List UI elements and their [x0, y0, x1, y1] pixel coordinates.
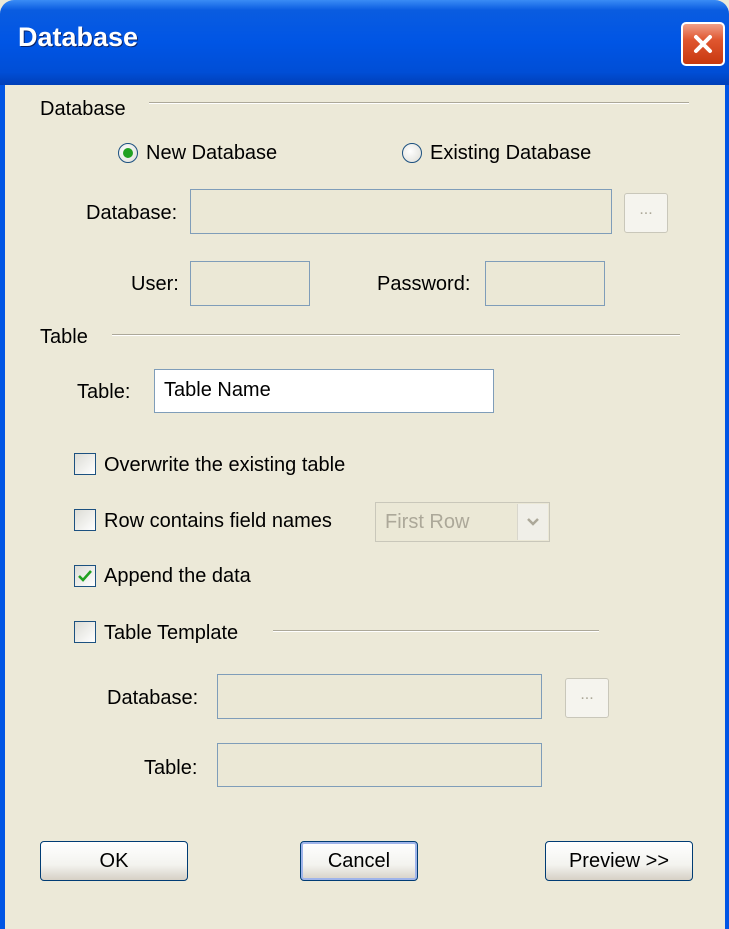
- new-database-label[interactable]: New Database: [146, 141, 277, 165]
- new-database-radio[interactable]: [118, 143, 138, 163]
- database-section-heading: Database: [40, 98, 126, 120]
- table-section-divider: [112, 334, 680, 336]
- row-field-names-label[interactable]: Row contains field names: [104, 509, 332, 533]
- table-name-value: Table Name: [164, 379, 271, 401]
- window-frame-right: [725, 85, 729, 929]
- database-dialog: Database Database New Database Existing …: [0, 0, 729, 929]
- cancel-button[interactable]: Cancel: [300, 841, 418, 881]
- radio-selected-dot: [123, 148, 133, 158]
- row-field-names-checkbox[interactable]: [74, 509, 96, 531]
- close-button[interactable]: [681, 22, 725, 66]
- database-label: Database:: [86, 202, 178, 224]
- table-section-heading: Table: [40, 326, 88, 348]
- window-title: Database: [18, 22, 139, 52]
- database-browse-button[interactable]: ...: [624, 193, 668, 233]
- template-divider: [273, 630, 599, 632]
- template-database-field[interactable]: [217, 674, 542, 719]
- table-label: Table:: [77, 381, 131, 403]
- template-table-field[interactable]: [217, 743, 542, 787]
- append-label[interactable]: Append the data: [104, 564, 251, 588]
- preview-button[interactable]: Preview >>: [545, 841, 693, 881]
- row-select-value: First Row: [385, 511, 470, 533]
- password-label: Password:: [377, 273, 471, 295]
- window-frame-left: [0, 85, 5, 929]
- template-database-label: Database:: [107, 687, 199, 709]
- append-checkbox[interactable]: [74, 565, 96, 587]
- user-label: User:: [131, 273, 179, 295]
- database-section-divider: [149, 102, 689, 104]
- table-name-field[interactable]: Table Name: [154, 369, 494, 413]
- table-template-label[interactable]: Table Template: [104, 621, 238, 645]
- password-field[interactable]: [485, 261, 605, 306]
- row-select-dropdown[interactable]: First Row: [375, 502, 550, 542]
- dropdown-arrow[interactable]: [517, 504, 548, 540]
- template-browse-button[interactable]: ...: [565, 678, 609, 718]
- database-field[interactable]: [190, 189, 612, 234]
- user-field[interactable]: [190, 261, 310, 306]
- existing-database-label[interactable]: Existing Database: [430, 141, 591, 165]
- ok-button[interactable]: OK: [40, 841, 188, 881]
- existing-database-radio[interactable]: [402, 143, 422, 163]
- chevron-down-icon: [527, 518, 539, 526]
- close-icon: [694, 35, 712, 53]
- overwrite-checkbox[interactable]: [74, 453, 96, 475]
- title-bar[interactable]: Database: [0, 0, 729, 85]
- template-table-label: Table:: [144, 757, 198, 779]
- overwrite-label[interactable]: Overwrite the existing table: [104, 453, 345, 477]
- checkmark-icon: [78, 570, 92, 582]
- table-template-checkbox[interactable]: [74, 621, 96, 643]
